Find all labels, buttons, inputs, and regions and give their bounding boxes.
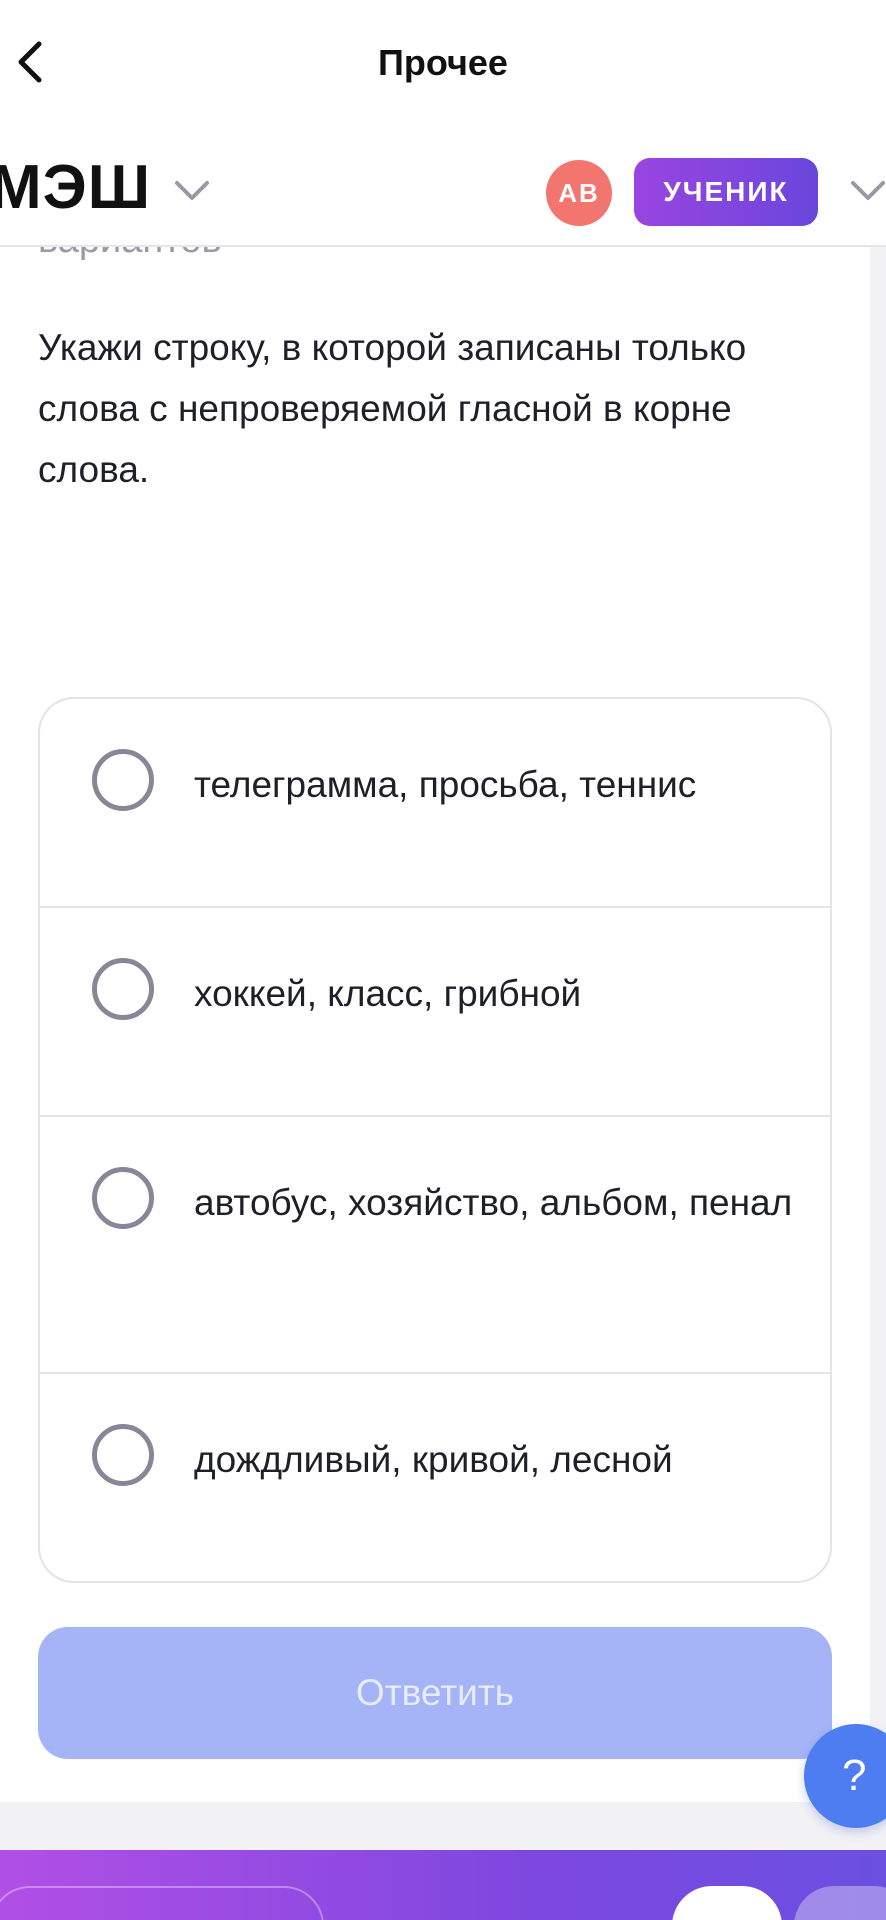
task-heading: вариантов: [38, 247, 222, 262]
site-header: МЭШ АВ УЧЕНИК: [0, 130, 886, 247]
toolbar-button[interactable]: [0, 1886, 324, 1920]
answer-options: телеграмма, просьба, теннис хоккей, клас…: [38, 697, 832, 1583]
answer-option-label: телеграмма, просьба, теннис: [194, 764, 697, 805]
role-button[interactable]: УЧЕНИК: [634, 158, 818, 226]
question-text: Укажи строку, в которой записаны только …: [38, 327, 747, 490]
top-navbar: Прочее: [0, 0, 886, 130]
chevron-down-icon[interactable]: [174, 180, 210, 202]
answer-option-2[interactable]: хоккей, класс, грибной: [40, 908, 830, 1117]
task-card: вариантов Укажи строку, в которой записа…: [0, 247, 870, 1802]
page-title: Прочее: [378, 42, 508, 83]
chevron-down-icon[interactable]: [850, 180, 886, 202]
answer-option-3[interactable]: автобус, хозяйство, альбом, пенал: [40, 1117, 830, 1374]
answer-option-label: хоккей, класс, грибной: [194, 973, 582, 1014]
answer-option-1[interactable]: телеграмма, просьба, теннис: [40, 699, 830, 908]
logo: МЭШ: [0, 153, 152, 222]
avatar[interactable]: АВ: [546, 160, 612, 226]
toolbar-button[interactable]: [672, 1886, 782, 1920]
submit-answer-button[interactable]: Ответить: [38, 1627, 832, 1759]
toolbar-button[interactable]: [794, 1886, 886, 1920]
radio-button[interactable]: [92, 749, 154, 811]
answer-option-label: дождливый, кривой, лесной: [194, 1439, 673, 1480]
bottom-toolbar: [0, 1850, 886, 1920]
radio-button[interactable]: [92, 1167, 154, 1229]
answer-option-4[interactable]: дождливый, кривой, лесной: [40, 1374, 830, 1581]
question-mark-icon: ?: [842, 1751, 867, 1800]
radio-button[interactable]: [92, 958, 154, 1020]
answer-option-label: автобус, хозяйство, альбом, пенал: [194, 1182, 793, 1223]
radio-button[interactable]: [92, 1424, 154, 1486]
